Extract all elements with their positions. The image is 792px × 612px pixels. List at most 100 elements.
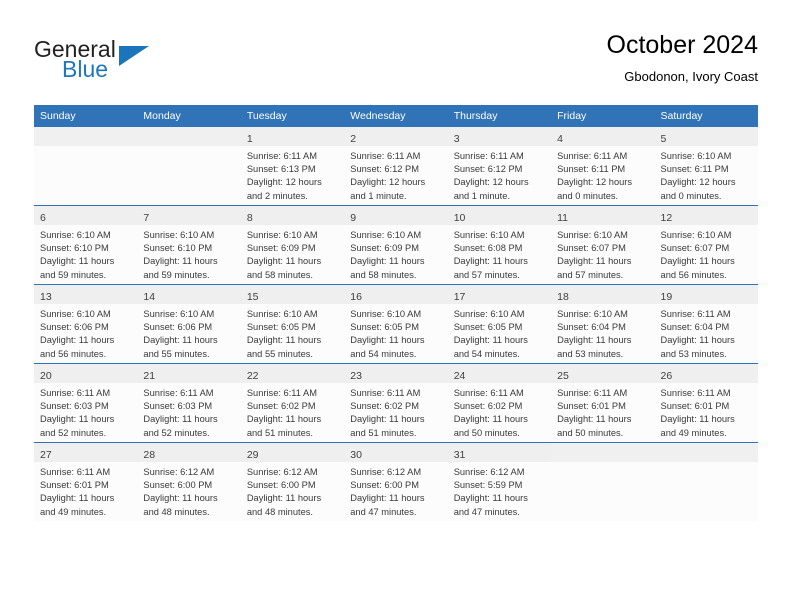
daylight-text-line2: and 54 minutes. [350,348,417,359]
daylight-text-line2: and 0 minutes. [660,190,722,201]
calendar-table: Sunday Monday Tuesday Wednesday Thursday… [34,105,758,521]
day-number: 29 [246,449,259,461]
daylight-text-line2: and 47 minutes. [350,506,417,517]
day-number-band: 12 [654,206,758,225]
day-number-band: 13 [34,285,138,304]
daylight-text-line1: Daylight: 12 hours [453,177,529,188]
day-number-band: 31 [447,443,552,462]
calendar-day-cell[interactable] [34,127,138,206]
calendar-day-cell[interactable]: 15 Sunrise: 6:10 AM Sunset: 6:05 PM Dayligh… [240,284,345,364]
day-number: 26 [660,370,673,382]
calendar-day-cell[interactable]: 20 Sunrise: 6:11 AM Sunset: 6:03 PM Dayligh… [34,363,138,443]
calendar-day-content: 12 Sunrise: 6:10 AM Sunset: 6:07 PM Dayligh… [654,206,758,284]
daylight-text-line1: Daylight: 11 hours [453,414,528,425]
calendar-day-cell[interactable]: 9 Sunrise: 6:10 AM Sunset: 6:09 PM Daylight… [344,205,448,285]
logo-text-blue: Blue [62,56,109,82]
daylight-text-line1: Daylight: 11 hours [143,335,218,346]
calendar-day-cell[interactable]: 11 Sunrise: 6:10 AM Sunset: 6:07 PM Dayligh… [551,205,655,285]
calendar-day-cell[interactable]: 13 Sunrise: 6:10 AM Sunset: 6:06 PM Dayligh… [34,284,138,364]
page-subtitle: Gbodonon, Ivory Coast [624,69,758,84]
day-sun-info: Sunrise: 6:12 AM Sunset: 6:00 PM Daylight:… [241,462,344,519]
day-sun-info: Sunrise: 6:11 AM Sunset: 6:11 PM Daylight:… [551,146,654,203]
calendar-day-empty [137,127,241,205]
sunset-text: Sunset: 6:12 PM [350,164,419,175]
calendar-day-cell[interactable]: 25 Sunrise: 6:11 AM Sunset: 6:01 PM Dayligh… [551,363,655,443]
calendar-day-cell[interactable]: 12 Sunrise: 6:10 AM Sunset: 6:07 PM Dayligh… [654,205,758,285]
sunrise-text: Sunrise: 6:10 AM [557,309,628,319]
day-sun-info: Sunrise: 6:10 AM Sunset: 6:08 PM Daylight:… [448,225,551,282]
sunrise-text: Sunrise: 6:10 AM [246,230,318,240]
calendar-day-cell[interactable]: 23 Sunrise: 6:11 AM Sunset: 6:02 PM Dayligh… [344,363,448,443]
calendar-day-cell[interactable]: 3 Sunrise: 6:11 AM Sunset: 6:12 PM Daylight… [447,127,552,206]
calendar-day-cell[interactable]: 17 Sunrise: 6:10 AM Sunset: 6:05 PM Dayligh… [447,284,552,364]
calendar-day-content: 13 Sunrise: 6:10 AM Sunset: 6:06 PM Dayligh… [34,285,138,363]
sunrise-text: Sunrise: 6:12 AM [143,467,215,477]
calendar-day-cell[interactable]: 6 Sunrise: 6:10 AM Sunset: 6:10 PM Daylight… [34,205,138,285]
day-number: 16 [350,291,362,303]
calendar-day-cell[interactable]: 10 Sunrise: 6:10 AM Sunset: 6:08 PM Dayligh… [447,205,552,285]
daylight-text-line1: Daylight: 11 hours [246,256,322,267]
day-sun-info: Sunrise: 6:11 AM Sunset: 6:01 PM Daylight:… [551,383,654,440]
calendar-day-cell[interactable]: 18 Sunrise: 6:10 AM Sunset: 6:04 PM Dayligh… [551,284,655,364]
day-number-band: 16 [344,285,448,304]
calendar-day-cell[interactable] [137,127,241,206]
daylight-text-line2: and 48 minutes. [143,506,210,517]
calendar-day-cell[interactable]: 5 Sunrise: 6:10 AM Sunset: 6:11 PM Daylight… [654,127,758,206]
day-sun-info: Sunrise: 6:10 AM Sunset: 6:05 PM Daylight:… [448,304,551,361]
daylight-text-line1: Daylight: 11 hours [40,414,115,425]
calendar-day-cell[interactable]: 21 Sunrise: 6:11 AM Sunset: 6:03 PM Dayligh… [137,363,241,443]
daylight-text-line2: and 49 minutes. [660,427,727,438]
sunrise-text: Sunrise: 6:10 AM [453,309,525,319]
day-sun-info: Sunrise: 6:11 AM Sunset: 6:13 PM Daylight:… [241,146,344,203]
daylight-text-line1: Daylight: 12 hours [660,177,736,188]
day-number-band [137,127,241,146]
calendar-day-cell[interactable]: 24 Sunrise: 6:11 AM Sunset: 6:02 PM Dayligh… [447,363,552,443]
day-sun-info: Sunrise: 6:10 AM Sunset: 6:04 PM Daylight:… [551,304,654,361]
calendar-day-cell[interactable]: 1 Sunrise: 6:11 AM Sunset: 6:13 PM Daylight… [240,127,345,206]
calendar-day-cell[interactable]: 22 Sunrise: 6:11 AM Sunset: 6:02 PM Dayligh… [240,363,345,443]
calendar-day-cell[interactable] [654,442,758,521]
calendar-day-cell[interactable]: 2 Sunrise: 6:11 AM Sunset: 6:12 PM Daylight… [344,127,448,206]
logo-triangle-icon [119,46,149,66]
day-number: 30 [350,449,362,461]
calendar-day-content: 3 Sunrise: 6:11 AM Sunset: 6:12 PM Daylight… [447,127,552,205]
calendar-day-cell[interactable]: 31 Sunrise: 6:12 AM Sunset: 5:59 PM Dayligh… [447,442,552,521]
daylight-text-line1: Daylight: 11 hours [40,493,115,504]
sunrise-text: Sunrise: 6:10 AM [453,230,525,240]
day-sun-info: Sunrise: 6:11 AM Sunset: 6:02 PM Daylight:… [241,383,344,440]
day-number: 13 [40,291,52,303]
sunrise-text: Sunrise: 6:11 AM [40,467,111,477]
daylight-text-line1: Daylight: 11 hours [660,335,735,346]
sunrise-text: Sunrise: 6:11 AM [660,388,731,398]
calendar-day-cell[interactable]: 26 Sunrise: 6:11 AM Sunset: 6:01 PM Dayligh… [654,363,758,443]
day-number: 1 [246,133,253,145]
calendar-day-cell[interactable]: 14 Sunrise: 6:10 AM Sunset: 6:06 PM Dayligh… [137,284,241,364]
sunrise-text: Sunrise: 6:11 AM [40,388,111,398]
calendar-day-content: 23 Sunrise: 6:11 AM Sunset: 6:02 PM Dayligh… [344,364,448,442]
daylight-text-line2: and 59 minutes. [40,269,107,280]
day-number: 8 [246,212,253,224]
calendar-day-cell[interactable]: 30 Sunrise: 6:12 AM Sunset: 6:00 PM Dayligh… [344,442,448,521]
sunset-text: Sunset: 6:04 PM [557,322,626,333]
calendar-day-cell[interactable]: 16 Sunrise: 6:10 AM Sunset: 6:05 PM Dayligh… [344,284,448,364]
calendar-day-cell[interactable]: 19 Sunrise: 6:11 AM Sunset: 6:04 PM Dayligh… [654,284,758,364]
calendar-day-cell[interactable]: 8 Sunrise: 6:10 AM Sunset: 6:09 PM Daylight… [240,205,345,285]
day-number-band: 19 [654,285,758,304]
weekday-header-thursday: Thursday [447,105,552,127]
calendar-day-cell[interactable]: 7 Sunrise: 6:10 AM Sunset: 6:10 PM Daylight… [137,205,241,285]
daylight-text-line1: Daylight: 11 hours [350,256,425,267]
calendar-day-cell[interactable]: 4 Sunrise: 6:11 AM Sunset: 6:11 PM Daylight… [551,127,655,206]
calendar-day-cell[interactable]: 27 Sunrise: 6:11 AM Sunset: 6:01 PM Dayligh… [34,442,138,521]
daylight-text-line1: Daylight: 11 hours [453,493,528,504]
sunrise-text: Sunrise: 6:11 AM [350,388,421,398]
daylight-text-line2: and 57 minutes. [453,269,520,280]
calendar-day-content: 14 Sunrise: 6:10 AM Sunset: 6:06 PM Dayligh… [137,285,241,363]
day-number-band: 25 [551,364,655,383]
general-blue-logo[interactable]: General Blue [34,36,234,92]
calendar-day-cell[interactable] [551,442,655,521]
calendar-day-cell[interactable]: 29 Sunrise: 6:12 AM Sunset: 6:00 PM Dayligh… [240,442,345,521]
calendar-week-row: 6 Sunrise: 6:10 AM Sunset: 6:10 PM Daylight… [34,205,758,285]
daylight-text-line2: and 1 minute. [453,190,511,201]
calendar-day-cell[interactable]: 28 Sunrise: 6:12 AM Sunset: 6:00 PM Dayligh… [137,442,241,521]
sunset-text: Sunset: 6:05 PM [453,322,523,333]
